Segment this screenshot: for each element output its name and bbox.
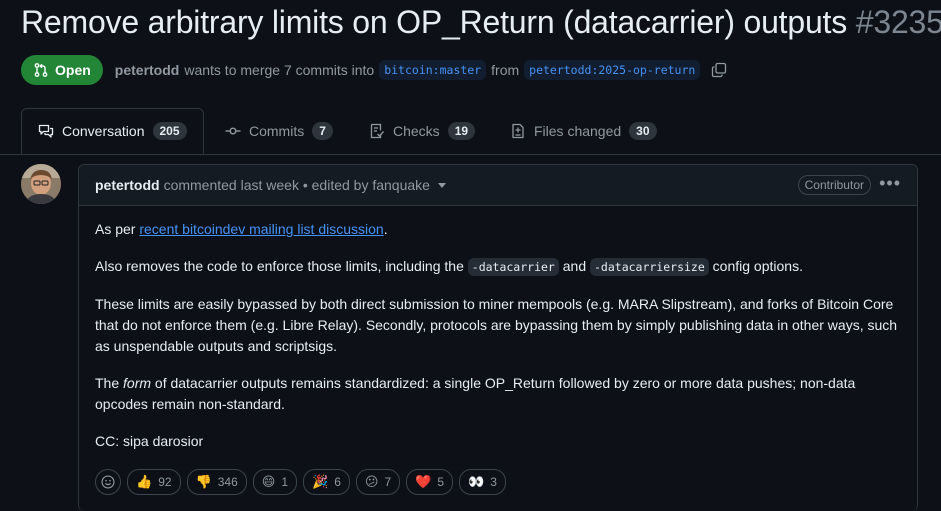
tab-checks-label: Checks [393,123,440,139]
p2-prefix: Also removes the code to enforce those l… [95,258,464,274]
pr-title: Remove arbitrary limits on OP_Return (da… [21,4,941,41]
avatar[interactable] [21,164,61,204]
reaction-count: 5 [437,475,445,489]
pr-title-text: Remove arbitrary limits on OP_Return (da… [21,4,848,40]
comment-header: petertodd commented last week • edited b… [79,165,917,206]
pr-author-link[interactable]: petertodd [115,62,180,78]
reaction-eyes[interactable]: 👀 3 [459,469,506,495]
tab-files-changed-label: Files changed [534,123,622,139]
comment-body: As per recent bitcoindev mailing list di… [79,206,917,452]
comment-author[interactable]: petertodd [95,177,160,193]
comment-paragraph-3: These limits are easily bypassed by both… [95,296,898,354]
tab-files-changed[interactable]: Files changed 30 [510,108,657,154]
reaction-count: 6 [334,475,341,489]
laugh-icon: 😄 [261,474,276,489]
copy-icon[interactable] [711,62,727,78]
kebab-menu-icon[interactable]: ••• [879,173,901,194]
comment-meta[interactable]: commented last week • edited by fanquake [164,177,430,193]
tab-commits[interactable]: Commits 7 [225,108,333,154]
p4-suffix: of datacarrier outputs remains standardi… [95,375,856,412]
confused-icon: 😕 [364,474,379,489]
reaction-thumbs-down[interactable]: 👎 346 [186,469,247,495]
p1-suffix: . [383,221,388,237]
comment-paragraph-1: As per recent bitcoindev mailing list di… [95,219,901,240]
commit-icon [225,127,241,135]
tab-conversation-label: Conversation [62,123,145,139]
reaction-count: 346 [217,475,238,489]
add-reaction-button[interactable] [95,469,121,495]
reaction-thumbs-up[interactable]: 👍 92 [127,469,181,495]
p4-emphasis: form [123,375,152,391]
reactions-bar: 👍 92 👎 346 😄 1 🎉 6 😕 7 ❤️ 5 👀 3 [95,469,506,495]
tab-checks-count: 19 [447,122,476,140]
comment-paragraph-5: CC: sipa darosior [95,433,204,449]
comment-paragraph-2: Also removes the code to enforce those l… [95,256,901,278]
head-branch[interactable]: petertodd:2025-op-return [524,60,701,80]
contributor-badge: Contributor [797,175,871,195]
pr-tabs: Conversation 205 Commits 7 Checks 19 Fil… [0,108,941,155]
code-datacarriersize: -datacarriersize [590,258,709,276]
p1-prefix: As per [95,221,136,237]
p2-suffix: config options. [712,258,803,274]
tab-conversation-count: 205 [152,122,187,140]
tab-commits-count: 7 [312,122,333,140]
reaction-laugh[interactable]: 😄 1 [252,469,298,495]
tab-files-changed-count: 30 [629,122,657,140]
state-badge: Open [21,55,103,85]
tab-checks[interactable]: Checks 19 [369,108,476,154]
reaction-count: 7 [384,475,392,489]
comment-box: petertodd commented last week • edited b… [78,164,918,511]
merge-text: wants to merge 7 commits into [184,62,375,78]
eyes-icon: 👀 [468,474,485,489]
reaction-count: 1 [281,475,289,489]
reaction-count: 92 [158,475,172,489]
mailing-list-link[interactable]: recent bitcoindev mailing list discussio… [139,221,383,237]
pr-number: #32359 [855,4,941,40]
p2-mid: and [562,258,587,274]
heart-icon: ❤️ [415,474,432,489]
reaction-heart[interactable]: ❤️ 5 [406,469,454,495]
chevron-down-icon[interactable] [437,182,446,188]
tab-conversation[interactable]: Conversation 205 [21,108,204,154]
smiley-icon [101,475,115,489]
thumbs-up-icon: 👍 [136,474,153,489]
conversation-icon [38,124,54,138]
reaction-count: 3 [490,475,497,489]
comment-paragraph-4: The form of datacarrier outputs remains … [95,373,901,415]
merge-from-text: from [491,62,520,78]
base-branch[interactable]: bitcoin:master [379,60,487,80]
reaction-confused[interactable]: 😕 7 [355,469,401,495]
thumbs-down-icon: 👎 [195,474,212,489]
hooray-icon: 🎉 [312,474,329,489]
checklist-icon [370,123,385,139]
p4-prefix: The [95,375,120,391]
state-label: Open [55,62,91,78]
reaction-hooray[interactable]: 🎉 6 [303,469,350,495]
tab-commits-label: Commits [249,123,305,139]
pull-request-icon [34,63,48,77]
pr-meta: Open petertodd wants to merge 7 commits … [21,55,727,85]
file-diff-icon [512,123,524,139]
code-datacarrier: -datacarrier [467,258,559,276]
